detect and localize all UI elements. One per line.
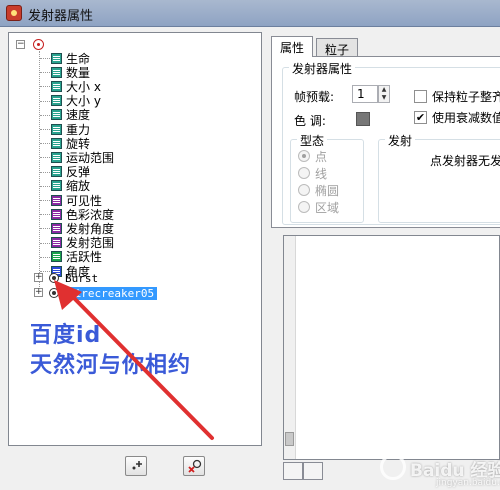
property-icon xyxy=(51,95,62,107)
emitter-properties-title: 发射器属性 xyxy=(289,60,356,77)
properties-panel: 发射器属性 帧预载: 1 ▲ ▼ 色 调: 保持粒子整齐 ✔ 使用衰减数值 型态… xyxy=(271,56,500,228)
logo-circle-icon xyxy=(380,454,406,480)
property-icon xyxy=(51,194,62,206)
property-icon xyxy=(51,166,62,178)
window-title: 发射器属性 xyxy=(28,9,94,24)
shape-radio[interactable] xyxy=(298,167,310,179)
preview-scrollbar[interactable] xyxy=(284,236,296,459)
title-bar[interactable]: 发射器属性 xyxy=(0,0,500,27)
use-decay-checkbox[interactable]: ✔ xyxy=(414,111,427,124)
spin-up-icon[interactable]: ▲ xyxy=(379,86,389,94)
shape-radio[interactable] xyxy=(298,150,310,162)
logo-subtext: jingyan.baidu.com xyxy=(436,478,500,488)
property-icon xyxy=(51,109,62,121)
emit-note: 点发射器无发 xyxy=(430,154,500,168)
shape-radio-label: 点 xyxy=(315,150,328,164)
property-icon xyxy=(51,222,62,234)
delete-emitter-icon xyxy=(188,459,202,473)
property-icon xyxy=(51,66,62,78)
add-emitter-button[interactable] xyxy=(125,456,147,476)
preview-area[interactable] xyxy=(283,235,500,460)
app-icon xyxy=(6,5,22,21)
property-icon xyxy=(51,251,62,263)
preload-input[interactable]: 1 xyxy=(352,85,378,103)
property-icon xyxy=(51,151,62,163)
keep-particles-checkbox[interactable] xyxy=(414,90,427,103)
shape-group-title: 型态 xyxy=(297,132,328,149)
add-emitter-icon xyxy=(132,461,142,470)
property-icon xyxy=(51,208,62,220)
preload-label: 帧预载: xyxy=(294,90,335,104)
shape-radio-label: 线 xyxy=(315,167,328,181)
tab-properties[interactable]: 属性 xyxy=(271,36,314,57)
shape-radio-label: 区域 xyxy=(315,201,340,215)
property-icon xyxy=(51,123,62,135)
baidu-logo: Baidu 经验 jingyan.baidu.com xyxy=(380,440,500,490)
tab-particles[interactable]: 粒子 xyxy=(316,38,359,57)
property-icon xyxy=(51,52,62,64)
property-icon xyxy=(51,137,62,149)
hue-label: 色 调: xyxy=(294,114,326,128)
preview-tab-1[interactable] xyxy=(283,462,303,480)
scrollbar-thumb[interactable] xyxy=(285,432,294,446)
use-decay-label: 使用衰减数值 xyxy=(432,111,500,125)
shape-radio-label: 椭圆 xyxy=(315,184,340,198)
shape-radio[interactable] xyxy=(298,184,310,196)
annotation-arrow xyxy=(54,280,214,440)
preload-spinner[interactable]: ▲ ▼ xyxy=(378,85,390,103)
shape-radio[interactable] xyxy=(298,201,310,213)
hue-color-swatch[interactable] xyxy=(356,112,370,126)
delete-emitter-button[interactable] xyxy=(183,456,205,476)
preview-tab-2[interactable] xyxy=(303,462,323,480)
root-collapse-toggle[interactable]: − xyxy=(16,40,25,49)
property-icon xyxy=(51,180,62,192)
property-icon xyxy=(51,237,62,249)
spin-down-icon[interactable]: ▼ xyxy=(379,94,389,102)
emit-group-title: 发射 xyxy=(385,132,416,149)
keep-particles-label: 保持粒子整齐 xyxy=(432,90,500,104)
property-icon xyxy=(51,80,62,92)
root-emitter-icon xyxy=(33,39,44,50)
